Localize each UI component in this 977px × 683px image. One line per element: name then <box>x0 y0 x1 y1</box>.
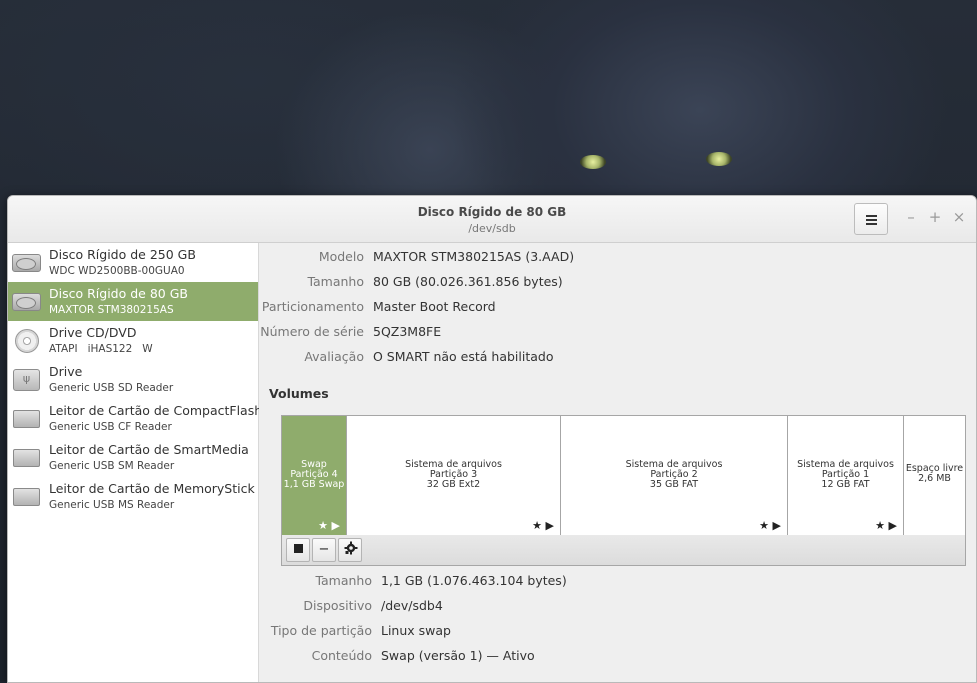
unmount-button[interactable] <box>286 538 310 562</box>
rating-value: O SMART não está habilitado <box>373 349 554 364</box>
drive-model: Generic USB MS Reader <box>49 499 175 511</box>
card-icon <box>13 410 40 428</box>
star-play-icon: ★ ▶ <box>875 519 897 532</box>
segment-size: 2,6 MB <box>918 473 951 484</box>
drive-item-cf-reader[interactable]: Leitor de Cartão de CompactFlash Generic… <box>8 399 262 438</box>
star-play-icon: ★ ▶ <box>532 519 554 532</box>
close-button[interactable]: × <box>951 209 967 225</box>
disks-window: Disco Rígido de 80 GB /dev/sdb – + × Dis… <box>7 195 977 683</box>
card-icon <box>13 449 40 467</box>
partitioning-value: Master Boot Record <box>373 299 496 314</box>
drive-model: Generic USB CF Reader <box>49 421 172 433</box>
usb-icon: ψ <box>13 369 40 391</box>
menu-button[interactable] <box>854 203 888 235</box>
drive-name: Leitor de Cartão de MemoryStick <box>49 481 255 496</box>
segment-size: 32 GB Ext2 <box>426 479 481 490</box>
drive-item-ms-reader[interactable]: Leitor de Cartão de MemoryStick Generic … <box>8 477 258 516</box>
volumes-map: Swap Partição 4 1,1 GB Swap ★ ▶ Sistema … <box>281 415 966 537</box>
device-value: /dev/sdb4 <box>381 598 443 613</box>
volume-segment-partition-2[interactable]: Sistema de arquivos Partição 2 35 GB FAT… <box>561 416 788 536</box>
size-value: 80 GB (80.026.361.856 bytes) <box>373 274 563 289</box>
drive-item-80gb[interactable]: Disco Rígido de 80 GB MAXTOR STM380215AS <box>8 282 258 321</box>
panther-eye-right <box>706 152 732 166</box>
partitioning-key: Particionamento <box>261 299 364 314</box>
drive-name: Disco Rígido de 80 GB <box>49 286 188 301</box>
drive-model: Generic USB SM Reader <box>49 460 175 472</box>
content-value: Swap (versão 1) — Ativo <box>381 648 535 663</box>
volume-segment-free-space[interactable]: Espaço livre 2,6 MB <box>904 416 965 536</box>
segment-size: 1,1 GB Swap <box>283 479 345 490</box>
serial-value: 5QZ3M8FE <box>373 324 442 339</box>
volume-segment-partition-3[interactable]: Sistema de arquivos Partição 3 32 GB Ext… <box>347 416 561 536</box>
volume-segment-partition-1[interactable]: Sistema de arquivos Partição 1 12 GB FAT… <box>788 416 904 536</box>
panther-eye-left <box>580 155 606 169</box>
cd-icon <box>15 329 39 353</box>
delete-partition-button[interactable]: − <box>312 538 336 562</box>
volumes-heading: Volumes <box>269 386 329 401</box>
maximize-button[interactable]: + <box>927 209 943 225</box>
serial-key: Número de série <box>260 324 364 339</box>
drive-model: WDC WD2500BB-00GUA0 <box>49 265 185 277</box>
device-key: Dispositivo <box>303 598 372 613</box>
star-play-icon: ★ ▶ <box>318 519 340 532</box>
size-key: Tamanho <box>307 274 364 289</box>
segment-size: 12 GB FAT <box>821 479 870 490</box>
segment-size: 35 GB FAT <box>649 479 699 490</box>
gear-icon <box>344 541 358 554</box>
drive-details-pane: Modelo MAXTOR STM380215AS (3.AAD) Tamanh… <box>259 243 976 682</box>
drive-name: Disco Rígido de 250 GB <box>49 247 196 262</box>
drive-model: ATAPI iHAS122 W <box>49 343 153 355</box>
hamburger-menu-icon <box>865 214 877 225</box>
drive-name: Leitor de Cartão de SmartMedia <box>49 442 249 457</box>
hdd-icon <box>12 293 41 311</box>
rating-key: Avaliação <box>304 349 364 364</box>
volume-toolbar: − <box>281 535 966 566</box>
partition-settings-button[interactable] <box>338 538 362 562</box>
drive-item-cd-dvd[interactable]: Drive CD/DVD ATAPI iHAS122 W <box>8 321 258 360</box>
volume-segment-swap[interactable]: Swap Partição 4 1,1 GB Swap ★ ▶ <box>282 416 347 536</box>
partition-size-value: 1,1 GB (1.076.463.104 bytes) <box>381 573 567 588</box>
window-subtitle: /dev/sdb <box>468 222 516 235</box>
drive-name: Drive <box>49 364 83 379</box>
partition-type-key: Tipo de partição <box>270 623 372 638</box>
hdd-icon <box>12 254 41 272</box>
partition-size-key: Tamanho <box>315 573 372 588</box>
drive-item-sd-reader[interactable]: ψ Drive Generic USB SD Reader <box>8 360 258 399</box>
minimize-button[interactable]: – <box>903 209 919 225</box>
drive-item-sm-reader[interactable]: Leitor de Cartão de SmartMedia Generic U… <box>8 438 258 477</box>
titlebar[interactable]: Disco Rígido de 80 GB /dev/sdb – + × <box>8 196 976 243</box>
drive-item-250gb[interactable]: Disco Rígido de 250 GB WDC WD2500BB-00GU… <box>8 243 258 282</box>
star-play-icon: ★ ▶ <box>759 519 781 532</box>
partition-type-value: Linux swap <box>381 623 451 638</box>
drive-model: Generic USB SD Reader <box>49 382 174 394</box>
content-key: Conteúdo <box>311 648 372 663</box>
drive-list: Disco Rígido de 250 GB WDC WD2500BB-00GU… <box>8 243 262 682</box>
drive-name: Drive CD/DVD <box>49 325 137 340</box>
stop-icon <box>293 544 303 553</box>
card-icon <box>13 488 40 506</box>
model-value: MAXTOR STM380215AS (3.AAD) <box>373 249 575 264</box>
model-key: Modelo <box>318 249 364 264</box>
drive-model: MAXTOR STM380215AS <box>49 304 174 316</box>
drive-name: Leitor de Cartão de CompactFlash <box>49 403 263 418</box>
window-title: Disco Rígido de 80 GB <box>417 205 567 219</box>
